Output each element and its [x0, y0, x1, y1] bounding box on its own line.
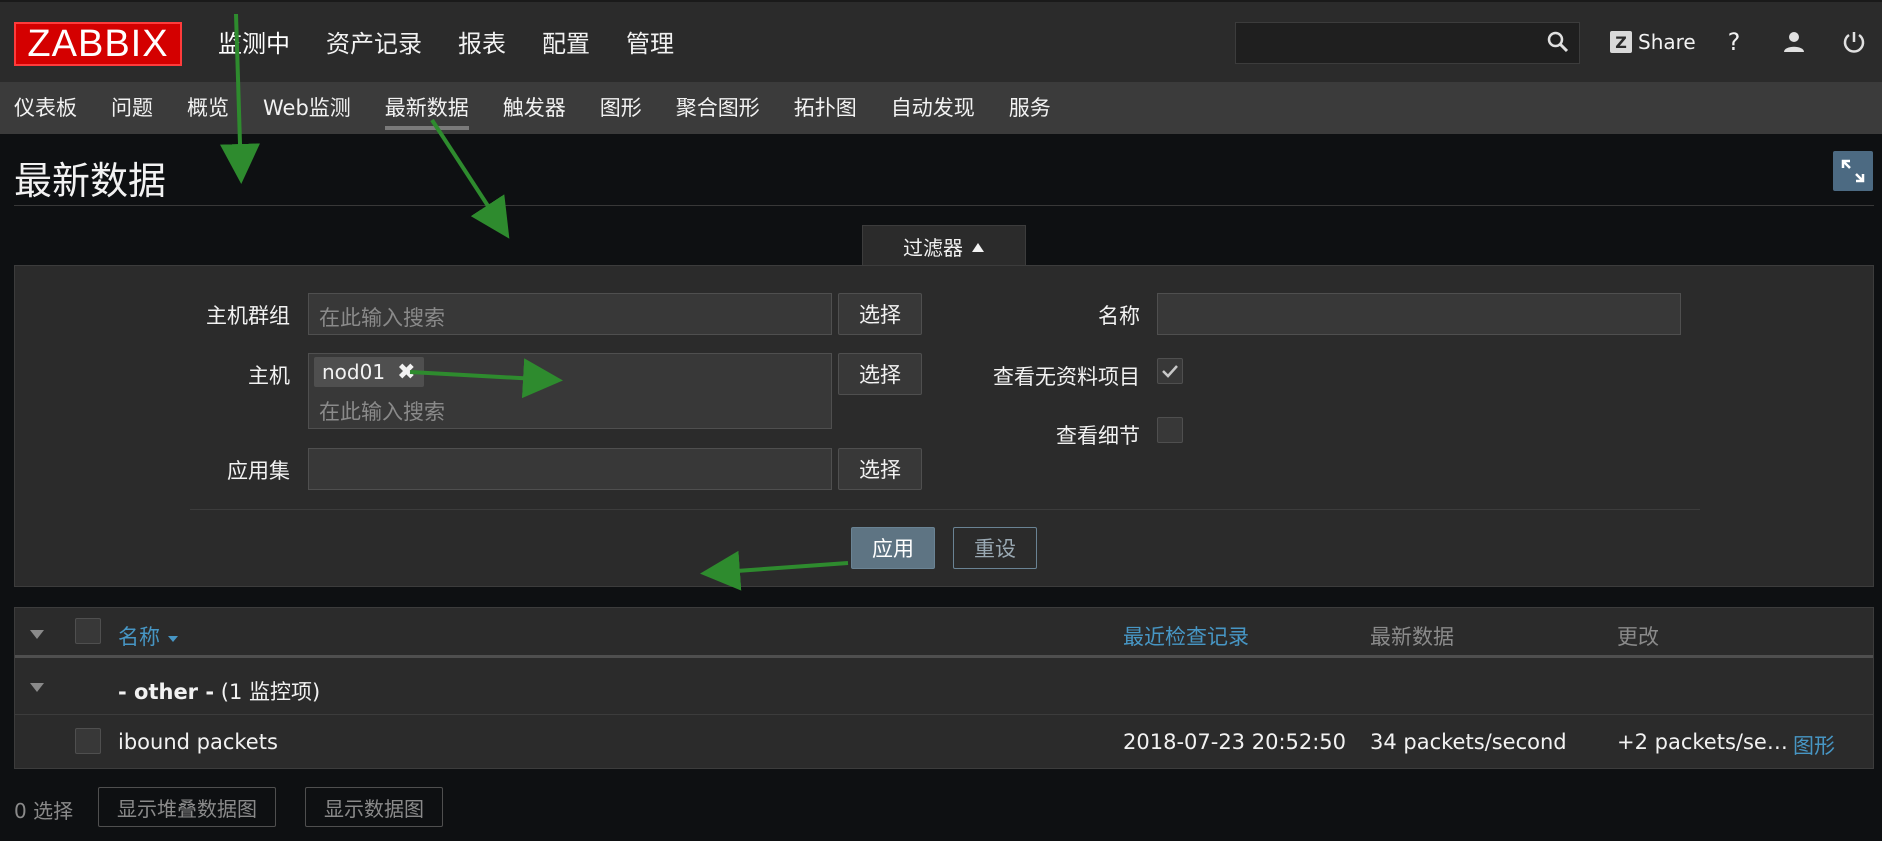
subnav-graphs[interactable]: 图形 [600, 92, 642, 124]
application-label: 应用集 [227, 459, 290, 483]
share-label: Share [1638, 30, 1696, 54]
name-input[interactable] [1157, 293, 1681, 335]
reset-button[interactable]: 重设 [953, 527, 1037, 569]
item-last-check: 2018-07-23 20:52:50 [1123, 730, 1347, 754]
global-search-input[interactable] [1235, 22, 1580, 64]
nav-administration[interactable]: 管理 [608, 26, 692, 62]
annotation-arrow [430, 118, 510, 239]
title-divider [14, 205, 1874, 206]
show-details-label: 查看细节 [1056, 424, 1140, 448]
zabbix-logo[interactable]: ZABBIX [14, 22, 182, 66]
select-all-checkbox[interactable] [75, 618, 101, 644]
item-name: ibound packets [118, 730, 278, 754]
table-header: 名称 最近检查记录 最新数据 更改 [15, 608, 1873, 658]
filter-tab-label: 过滤器 [903, 236, 963, 260]
show-no-data-label: 查看无资料项目 [993, 365, 1140, 389]
help-icon[interactable]: ? [1720, 28, 1748, 56]
nav-monitoring[interactable]: 监测中 [200, 26, 308, 62]
item-change: +2 packets/se… [1617, 730, 1788, 754]
column-name-header[interactable]: 名称 [118, 621, 179, 651]
subnav-overview[interactable]: 概览 [187, 92, 229, 124]
column-name-label: 名称 [118, 625, 160, 649]
name-label: 名称 [1098, 304, 1140, 328]
main-nav: 监测中 资产记录 报表 配置 管理 [200, 26, 692, 62]
power-off-icon[interactable] [1840, 28, 1868, 56]
table-row: ibound packets 2018-07-23 20:52:50 34 pa… [15, 716, 1873, 769]
check-icon [1162, 365, 1178, 378]
column-last-check-header[interactable]: 最近检查记录 [1123, 621, 1249, 651]
host-chip: nod01 ✖ [314, 357, 424, 387]
sub-nav: 仪表板 问题 概览 Web监测 最新数据 触发器 图形 聚合图形 拓扑图 自动发… [0, 82, 1882, 134]
subnav-screens[interactable]: 聚合图形 [676, 92, 760, 124]
host-label: 主机 [248, 364, 290, 388]
nav-reports[interactable]: 报表 [440, 26, 524, 62]
page-title: 最新数据 [14, 159, 167, 203]
subnav-latest-data[interactable]: 最新数据 [384, 92, 469, 130]
remove-chip-icon[interactable]: ✖ [397, 360, 415, 385]
item-graph-link[interactable]: 图形 [1793, 730, 1835, 760]
filter-divider [190, 509, 1700, 510]
row-checkbox[interactable] [75, 728, 101, 754]
nav-configuration[interactable]: 配置 [524, 26, 608, 62]
top-header: ZABBIX 监测中 资产记录 报表 配置 管理 Z Share ? [0, 0, 1882, 82]
subnav-services[interactable]: 服务 [1009, 92, 1051, 124]
show-stacked-graph-button[interactable]: 显示堆叠数据图 [98, 787, 276, 827]
nav-inventory[interactable]: 资产记录 [308, 26, 440, 62]
caret-up-icon [972, 242, 984, 252]
group-title: - other - (1 监控项) [118, 676, 320, 706]
show-no-data-checkbox[interactable] [1157, 358, 1183, 384]
show-details-checkbox[interactable] [1157, 417, 1183, 443]
subnav-maps[interactable]: 拓扑图 [794, 92, 857, 124]
filter-toggle-tab[interactable]: 过滤器 [862, 225, 1026, 267]
collapse-group-icon[interactable] [30, 683, 44, 692]
application-input[interactable] [308, 448, 832, 490]
selected-count: 0 选择 [14, 799, 74, 823]
application-select-button[interactable]: 选择 [838, 448, 922, 490]
group-count: (1 监控项) [220, 680, 321, 704]
application-group-row: - other - (1 监控项) [15, 661, 1873, 715]
host-chip-label: nod01 [322, 360, 386, 384]
zabbix-share-icon: Z [1610, 31, 1632, 53]
sort-down-icon [167, 636, 178, 642]
column-last-value-header: 最新数据 [1370, 625, 1454, 649]
search-icon[interactable] [1546, 30, 1570, 54]
fullscreen-button[interactable] [1833, 151, 1873, 191]
show-graph-button[interactable]: 显示数据图 [305, 787, 443, 827]
latest-data-table: 名称 最近检查记录 最新数据 更改 - other - (1 监控项) ibou… [14, 607, 1874, 769]
share-button[interactable]: Z Share [1610, 30, 1696, 54]
host-group-input[interactable]: 在此输入搜索 [308, 293, 832, 335]
column-change-header: 更改 [1617, 625, 1659, 649]
subnav-discovery[interactable]: 自动发现 [891, 92, 975, 124]
fullscreen-icon [1841, 159, 1865, 183]
apply-button[interactable]: 应用 [851, 527, 935, 569]
host-group-label: 主机群组 [206, 304, 290, 328]
subnav-problems[interactable]: 问题 [111, 92, 153, 124]
user-profile-icon[interactable] [1780, 28, 1808, 56]
subnav-web[interactable]: Web监测 [263, 92, 351, 124]
collapse-all-icon[interactable] [30, 630, 44, 639]
subnav-triggers[interactable]: 触发器 [503, 92, 566, 124]
host-select-button[interactable]: 选择 [838, 353, 922, 395]
host-group-select-button[interactable]: 选择 [838, 293, 922, 335]
subnav-dashboard[interactable]: 仪表板 [14, 92, 77, 124]
item-last-value: 34 packets/second [1370, 730, 1567, 754]
group-name: - other - [118, 680, 215, 704]
